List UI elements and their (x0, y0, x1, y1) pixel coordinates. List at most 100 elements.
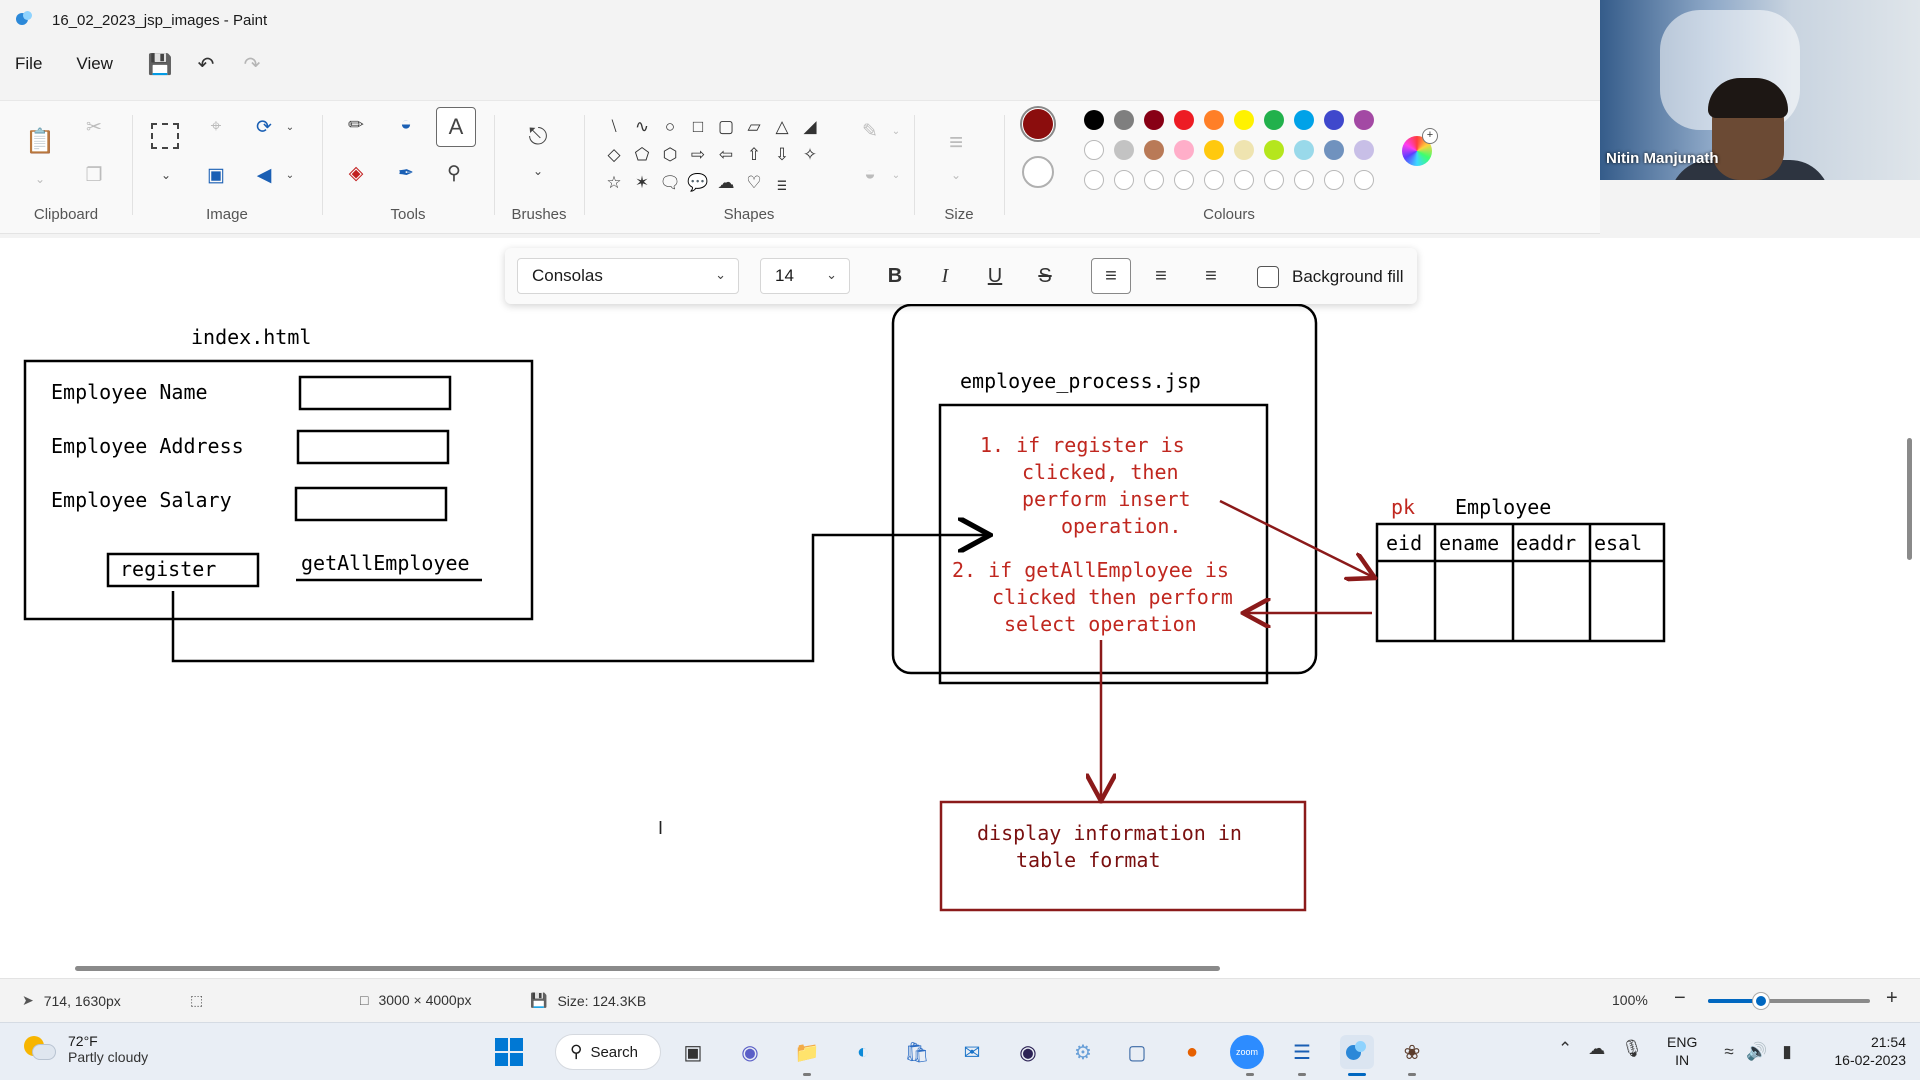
flip-dropdown-icon[interactable]: ⌄ (272, 157, 308, 193)
battery-icon[interactable]: ▮ (1770, 1035, 1804, 1069)
chevron-up-icon[interactable]: ⌃ (1558, 1039, 1572, 1059)
align-center-button[interactable]: ≡ (1141, 258, 1181, 294)
vertical-scrollbar[interactable] (1907, 438, 1912, 560)
zoom-slider-thumb[interactable] (1753, 993, 1770, 1009)
color-picker-icon[interactable]: ✒ (388, 155, 424, 191)
custom-colour-slot[interactable] (1234, 170, 1254, 190)
teams-chat-icon[interactable]: ◉ (733, 1035, 767, 1069)
custom-colour-slot[interactable] (1084, 170, 1104, 190)
redo-icon[interactable]: ↷ (234, 46, 270, 82)
zoom-app-icon[interactable]: zoom (1230, 1035, 1264, 1069)
horizontal-scrollbar[interactable] (75, 966, 1220, 971)
resize-icon[interactable]: ▣ (198, 157, 234, 193)
colour-swatch[interactable] (1354, 140, 1374, 160)
colour-swatch[interactable] (1204, 140, 1224, 160)
lightning-shape-icon[interactable]: ⲷ (768, 169, 796, 197)
colour-swatch[interactable] (1264, 110, 1284, 130)
edit-colours-icon[interactable] (1402, 128, 1438, 166)
colour-1-swatch[interactable] (1020, 106, 1056, 142)
align-left-button[interactable]: ≡ (1091, 258, 1131, 294)
select-icon[interactable] (146, 117, 184, 155)
colour-swatch[interactable] (1234, 110, 1254, 130)
custom-colour-slot[interactable] (1114, 170, 1134, 190)
bold-button[interactable]: B (875, 258, 915, 294)
colour-swatch[interactable] (1144, 140, 1164, 160)
menu-file[interactable]: File (0, 48, 57, 80)
cloud-callout-shape-icon[interactable]: ☁ (712, 169, 740, 197)
zoom-in-button[interactable]: + (1886, 987, 1898, 1010)
custom-colour-slot[interactable] (1174, 170, 1194, 190)
app-icon-2[interactable]: ❀ (1395, 1035, 1429, 1069)
zoom-slider[interactable] (1708, 993, 1870, 1009)
eclipse-icon[interactable]: ◉ (1011, 1035, 1045, 1069)
text-tool-icon[interactable]: A (436, 107, 476, 147)
paste-dropdown-icon[interactable]: ⌄ (22, 161, 58, 197)
colour-swatch[interactable] (1264, 140, 1284, 160)
notepad-icon[interactable]: ☰ (1285, 1035, 1319, 1069)
windows-start-icon[interactable] (492, 1035, 526, 1069)
size-dropdown-icon[interactable]: ⌄ (938, 157, 974, 193)
custom-colour-slot[interactable] (1204, 170, 1224, 190)
font-size-select[interactable]: 14 ⌄ (760, 258, 850, 294)
onedrive-cloud-icon[interactable]: ☁ (1588, 1039, 1605, 1059)
colour-swatch[interactable] (1174, 110, 1194, 130)
colour-swatch[interactable] (1084, 140, 1104, 160)
colour-swatch[interactable] (1204, 110, 1224, 130)
diamond-shape-icon[interactable]: ◇ (600, 141, 628, 169)
colour-swatch[interactable] (1324, 140, 1344, 160)
colour-swatch[interactable] (1144, 110, 1164, 130)
colour-2-swatch[interactable] (1022, 156, 1054, 188)
rotate-dropdown-icon[interactable]: ⌄ (272, 109, 308, 145)
save-icon[interactable]: 💾 (142, 46, 178, 82)
colour-swatch[interactable] (1114, 110, 1134, 130)
brush-dropdown-icon[interactable]: ⌄ (520, 153, 556, 189)
weather-widget[interactable]: 72°F Partly cloudy (22, 1033, 148, 1065)
heart-shape-icon[interactable]: ♡ (740, 169, 768, 197)
colour-swatch[interactable] (1294, 110, 1314, 130)
task-view-icon[interactable]: ▣ (676, 1035, 710, 1069)
canvas-area[interactable]: index.html Employee Name Employee Addres… (0, 238, 1920, 978)
italic-button[interactable]: I (925, 258, 965, 294)
paste-icon[interactable]: 📋 (22, 121, 58, 161)
left-arrow-shape-icon[interactable]: ⇦ (712, 141, 740, 169)
paint-taskbar-icon[interactable] (1340, 1035, 1374, 1069)
custom-colour-slot[interactable] (1264, 170, 1284, 190)
colour-swatch[interactable] (1294, 140, 1314, 160)
rounded-rectangle-shape-icon[interactable]: ▢ (712, 113, 740, 141)
triangle-shape-icon[interactable]: △ (768, 113, 796, 141)
four-point-star-shape-icon[interactable]: ✧ (796, 141, 824, 169)
five-point-star-shape-icon[interactable]: ☆ (600, 169, 628, 197)
eraser-icon[interactable]: ◈ (338, 155, 374, 191)
colour-swatch[interactable] (1084, 110, 1104, 130)
cut-icon[interactable]: ✂ (76, 109, 112, 145)
curve-shape-icon[interactable]: ∿ (628, 113, 656, 141)
colour-swatch[interactable] (1234, 140, 1254, 160)
shape-fill-dropdown-icon[interactable]: ⌄ (878, 157, 914, 193)
drawing-canvas[interactable]: index.html Employee Name Employee Addres… (0, 238, 1920, 978)
right-triangle-shape-icon[interactable]: ◢ (796, 113, 824, 141)
font-family-select[interactable]: Consolas ⌄ (517, 258, 739, 294)
language-indicator[interactable]: ENG IN (1667, 1033, 1697, 1069)
background-fill-checkbox[interactable] (1257, 266, 1279, 288)
microphone-icon[interactable]: 🎙 (1621, 1039, 1643, 1059)
crop-icon[interactable]: ⌖ (198, 109, 234, 145)
oval-shape-icon[interactable]: ○ (656, 113, 684, 141)
custom-colour-slot[interactable] (1324, 170, 1344, 190)
line-shape-icon[interactable]: ⧵ (600, 113, 628, 141)
strikethrough-button[interactable]: S (1025, 258, 1065, 294)
rectangle-shape-icon[interactable]: □ (684, 113, 712, 141)
hexagon-shape-icon[interactable]: ⬡ (656, 141, 684, 169)
custom-colour-slot[interactable] (1354, 170, 1374, 190)
magnifier-icon[interactable]: ⚲ (436, 155, 472, 191)
six-point-star-shape-icon[interactable]: ✶ (628, 169, 656, 197)
mail-icon[interactable]: ✉ (955, 1035, 989, 1069)
brush-icon[interactable]: ⎋ (520, 119, 556, 155)
pencil-icon[interactable]: ✏ (338, 107, 374, 143)
down-arrow-shape-icon[interactable]: ⇩ (768, 141, 796, 169)
custom-colour-slot[interactable] (1144, 170, 1164, 190)
zoom-out-button[interactable]: − (1674, 987, 1686, 1010)
custom-colour-slot[interactable] (1294, 170, 1314, 190)
undo-icon[interactable]: ↶ (188, 46, 224, 82)
firefox-icon[interactable]: ● (1175, 1035, 1209, 1069)
clock[interactable]: 21:54 16-02-2023 (1816, 1033, 1906, 1069)
